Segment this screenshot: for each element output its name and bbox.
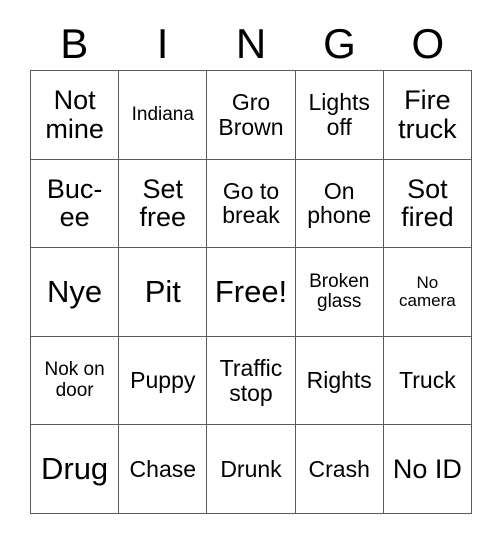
bingo-cell[interactable]: Chase [119,425,208,514]
bingo-cell[interactable]: Crash [295,425,384,514]
bingo-cell-label: Nok on door [44,359,105,401]
bingo-cell-label: Fire truck [398,85,457,144]
bingo-cell[interactable]: Traffic stop [207,336,296,426]
header-letter-text: G [323,20,356,67]
bingo-cell-label: Drug [40,450,109,486]
bingo-cell[interactable]: On phone [295,159,384,249]
bingo-card: B I N G O Not mine Indiana Gro Brown Lig… [0,0,500,544]
bingo-header-row: B I N G O [30,18,472,70]
bingo-cell-label: Sot fired [401,173,454,233]
bingo-cell[interactable]: Nye [31,248,120,337]
bingo-cell-label: Nye [47,273,103,309]
bingo-cell-label: Chase [129,456,197,482]
bingo-cell[interactable]: Set free [119,159,208,249]
bingo-cell-label: No ID [392,453,462,484]
bingo-cell[interactable]: Rights [295,336,384,426]
bingo-cell[interactable]: No ID [383,425,472,514]
bingo-cell-label: Puppy [130,367,196,394]
bingo-cell[interactable]: Puppy [119,336,208,426]
bingo-cell[interactable]: Lights off [295,71,384,160]
bingo-cell-label: Gro Brown [218,89,284,140]
bingo-cell[interactable]: Sot fired [383,159,472,249]
bingo-cell-label: Lights off [308,89,370,140]
bingo-cell-label: Set free [139,173,187,233]
bingo-cell-label: Traffic stop [219,355,283,406]
bingo-cell-label: No camera [399,272,456,310]
bingo-cell-label: Not mine [45,85,104,144]
header-letter-text: B [60,20,89,67]
bingo-header-letter-i: I [118,18,206,70]
bingo-cell-label: Buc-ee [46,173,103,233]
bingo-grid: Not mine Indiana Gro Brown Lights off Fi… [30,70,472,514]
bingo-cell-free-space[interactable]: Free! [207,248,296,337]
bingo-cell[interactable]: Broken glass [295,248,384,337]
bingo-cell-label: Drunk [220,456,282,482]
bingo-cell-label: Indiana [131,103,194,125]
bingo-header-letter-b: B [30,18,118,70]
bingo-cell[interactable]: Indiana [119,71,208,160]
bingo-cell[interactable]: Pit [119,248,208,337]
bingo-header-letter-g: G [295,18,383,70]
bingo-cell[interactable]: Go to break [207,159,296,249]
bingo-cell-label: Free! [214,273,288,309]
header-letter-text: I [156,20,169,67]
bingo-cell[interactable]: Nok on door [31,336,120,426]
header-letter-text: N [235,20,267,67]
bingo-cell-label: Crash [308,456,370,482]
bingo-cell[interactable]: Fire truck [383,71,472,160]
bingo-cell-label: Rights [306,367,372,394]
bingo-cell-label: Pit [144,273,181,309]
bingo-cell-label: Broken glass [309,270,370,312]
bingo-cell[interactable]: Drug [31,425,120,514]
bingo-cell[interactable]: Truck [383,336,472,426]
bingo-cell[interactable]: Drunk [207,425,296,514]
bingo-header-letter-n: N [207,18,295,70]
bingo-cell[interactable]: Buc-ee [31,159,120,249]
bingo-cell[interactable]: Not mine [31,71,120,160]
bingo-cell[interactable]: Gro Brown [207,71,296,160]
bingo-header-letter-o: O [384,18,472,70]
bingo-cell[interactable]: No camera [383,248,472,337]
header-letter-text: O [411,20,445,67]
bingo-cell-label: On phone [307,178,372,229]
bingo-cell-label: Go to break [222,178,280,229]
bingo-cell-label: Truck [399,367,456,394]
